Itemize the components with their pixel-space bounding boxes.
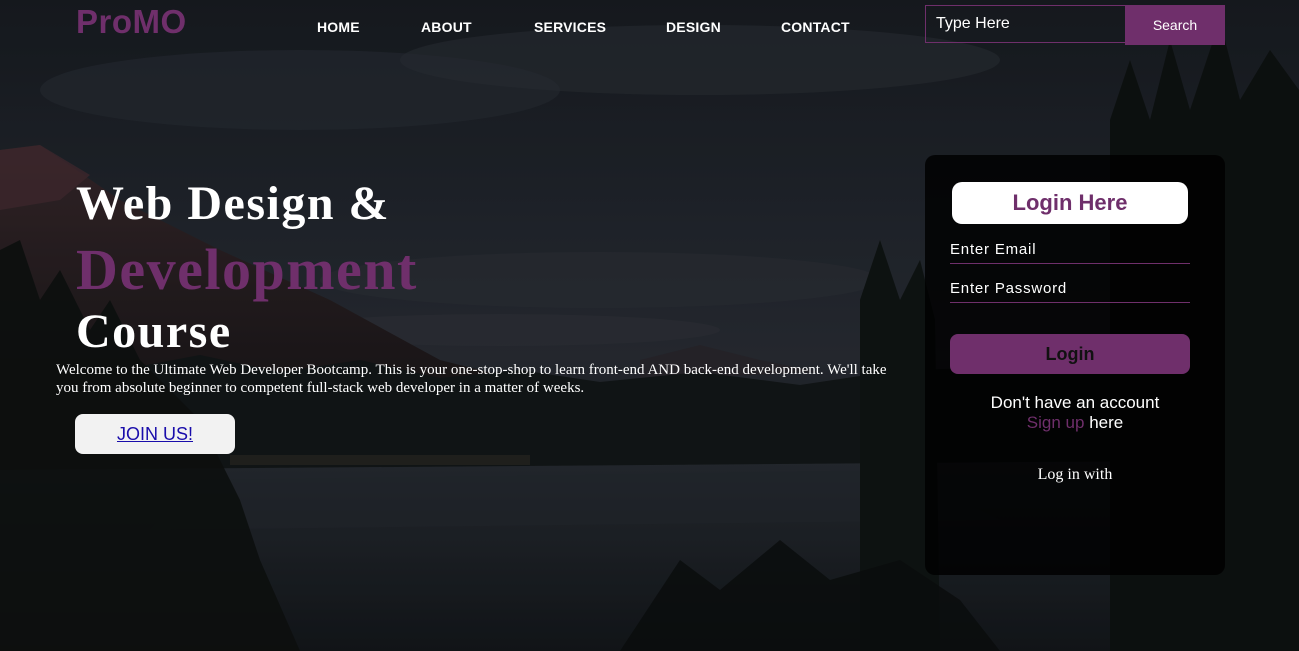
join-us-link[interactable]: JOIN US! xyxy=(117,424,193,444)
login-with-label: Log in with xyxy=(1037,466,1113,483)
logo[interactable]: ProMO xyxy=(76,3,187,41)
hero-title-line-1: Web Design & xyxy=(76,177,391,230)
no-account-text: Don't have an account xyxy=(990,393,1160,412)
signup-prompt: Don't have an account Sign up here xyxy=(925,393,1225,433)
nav-item-services[interactable]: SERVICES xyxy=(534,19,606,35)
join-us-button[interactable]: JOIN US! xyxy=(75,414,235,454)
signup-suffix-text: here xyxy=(1089,413,1124,432)
email-field[interactable] xyxy=(950,236,1190,264)
hero-title-line-3: Course xyxy=(76,305,232,358)
password-field[interactable] xyxy=(950,275,1190,303)
hero-title-line-2: Development xyxy=(76,237,418,302)
nav-item-home[interactable]: HOME xyxy=(317,19,360,35)
login-form-card: Login Here Login Don't have an account S… xyxy=(925,155,1225,575)
nav-item-about[interactable]: ABOUT xyxy=(421,19,472,35)
signup-link[interactable]: Sign up xyxy=(1027,413,1085,432)
nav-item-contact[interactable]: CONTACT xyxy=(781,19,850,35)
search-input[interactable] xyxy=(925,5,1125,43)
nav-item-design[interactable]: DESIGN xyxy=(666,19,721,35)
hero-description: Welcome to the Ultimate Web Developer Bo… xyxy=(56,362,887,396)
search-button[interactable]: Search xyxy=(1125,5,1225,45)
login-title: Login Here xyxy=(952,182,1188,224)
login-button[interactable]: Login xyxy=(950,334,1190,374)
